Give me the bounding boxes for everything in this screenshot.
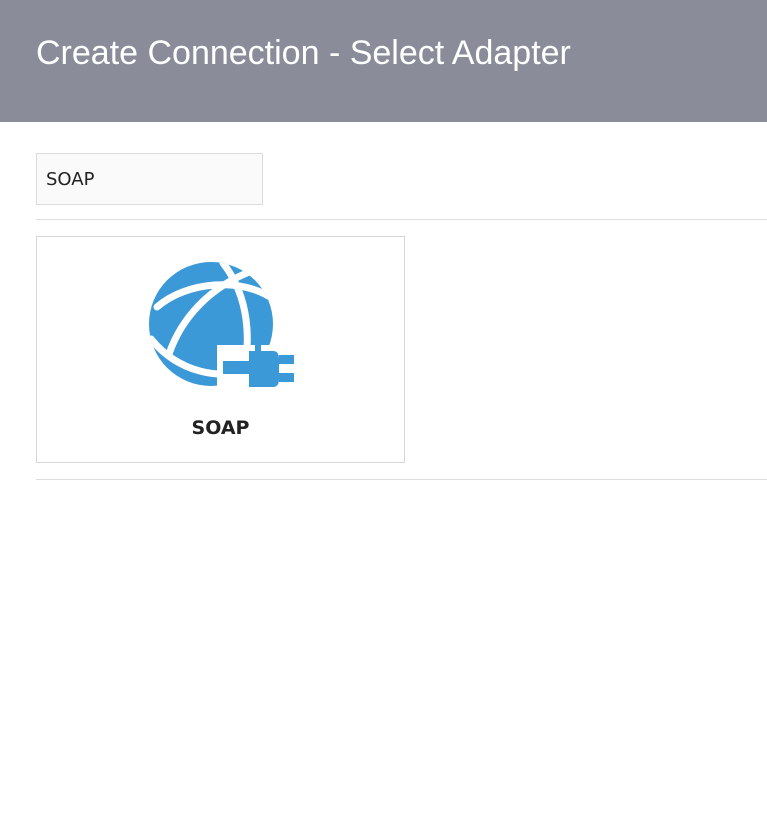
page-header: Create Connection - Select Adapter	[0, 0, 767, 122]
divider-top	[36, 219, 767, 220]
divider-bottom	[36, 479, 767, 480]
page-title: Create Connection - Select Adapter	[36, 34, 571, 72]
adapter-label: SOAP	[191, 417, 250, 439]
globe-plug-icon	[149, 262, 303, 397]
adapter-search-input[interactable]	[36, 153, 263, 205]
adapter-card-soap[interactable]: SOAP	[36, 236, 405, 463]
